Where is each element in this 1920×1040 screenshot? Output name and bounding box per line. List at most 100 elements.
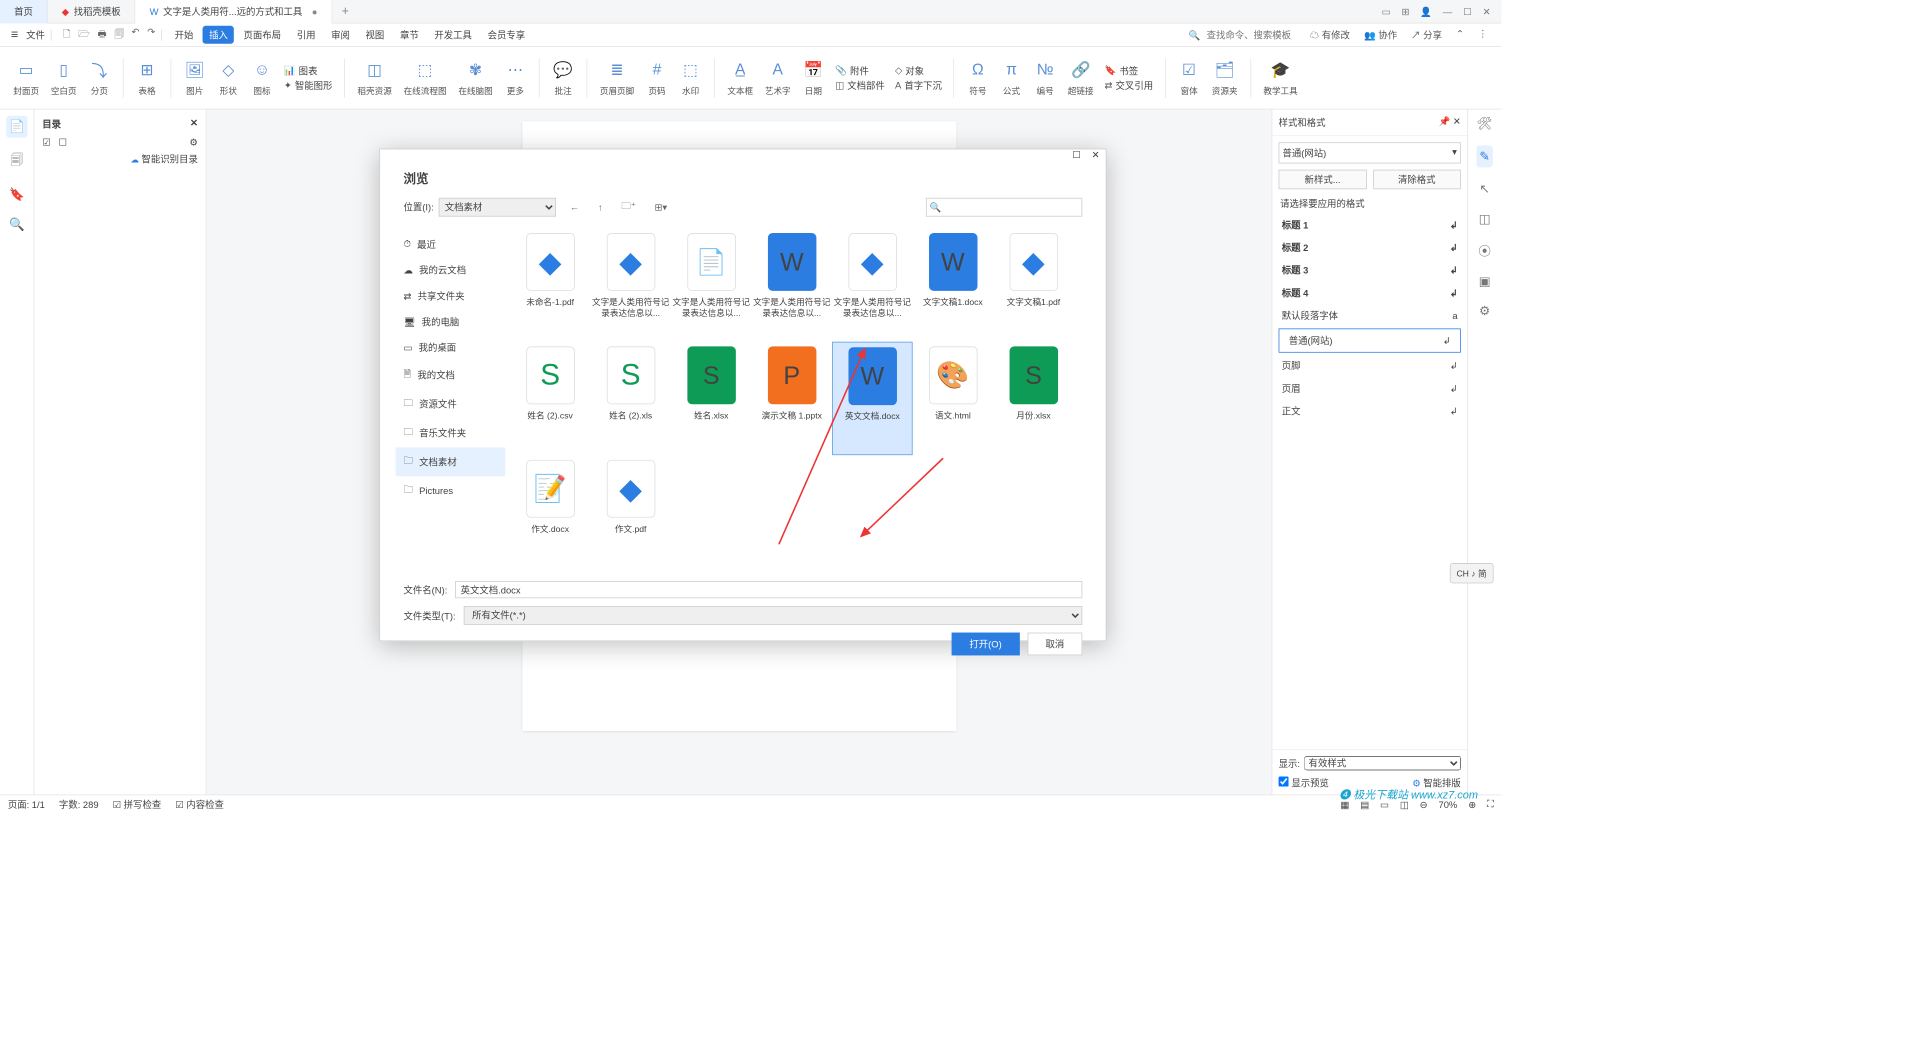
clear-format-button[interactable]: 清除格式	[1373, 170, 1461, 190]
outline-settings-icon[interactable]: ⚙	[189, 137, 197, 148]
rr-shape-icon[interactable]: ◫	[1479, 211, 1491, 227]
rb-break[interactable]: ⤵分页	[84, 59, 114, 97]
file-item[interactable]: ◆文字是人类用符号记录表达信息以...	[590, 228, 671, 341]
rb-att[interactable]: 📎 附件	[835, 64, 885, 77]
sidebar-item-文档素材[interactable]: 🗀文档素材	[396, 447, 505, 476]
rb-teach[interactable]: 🎓教学工具	[1259, 59, 1301, 97]
status-page[interactable]: 页面: 1/1	[8, 798, 45, 811]
nav-back-icon[interactable]: ←	[565, 199, 584, 215]
sidebar-item-我的电脑[interactable]: 🖥我的电脑	[396, 309, 505, 335]
rb-flow[interactable]: ⬚在线流程图	[400, 59, 451, 97]
tab-home[interactable]: 首页	[0, 0, 48, 23]
new-style-button[interactable]: 新样式...	[1279, 170, 1367, 190]
menu-layout[interactable]: 页面布局	[237, 26, 287, 44]
file-menu[interactable]: 文件	[26, 28, 45, 41]
rb-formula[interactable]: π公式	[997, 59, 1027, 97]
file-item[interactable]: 📝作文.docx	[510, 455, 591, 568]
hamburger-icon[interactable]: ≡	[6, 28, 23, 42]
file-item[interactable]: ◆未命名-1.pdf	[510, 228, 591, 341]
rr-style-icon[interactable]: ✎	[1476, 145, 1493, 167]
sidebar-item-音乐文件夹[interactable]: 🗀音乐文件夹	[396, 418, 505, 447]
collapse-ribbon-icon[interactable]: ⌃	[1456, 28, 1464, 41]
sidebar-item-我的云文档[interactable]: ☁我的云文档	[396, 257, 505, 283]
dialog-max-icon[interactable]: ☐	[1072, 149, 1080, 160]
rb-table[interactable]: ⊞表格	[132, 59, 162, 97]
file-item[interactable]: W英文文档.docx	[832, 342, 913, 455]
filetype-select[interactable]: 所有文件(*.*)	[463, 606, 1082, 625]
file-item[interactable]: ◆文字文稿1.pdf	[993, 228, 1074, 341]
stylepane-close-icon[interactable]: ✕	[1453, 116, 1461, 127]
file-item[interactable]: S姓名 (2).xls	[590, 342, 671, 455]
maximize-icon[interactable]: ☐	[1463, 6, 1471, 17]
menu-view[interactable]: 视图	[359, 26, 390, 44]
tab-add[interactable]: +	[332, 0, 358, 23]
nav-newfolder-icon[interactable]: 🗀⁺	[617, 196, 641, 217]
file-item[interactable]: 🎨语文.html	[913, 342, 994, 455]
rb-smart[interactable]: ✦ 智能图形	[284, 79, 333, 92]
print-icon[interactable]: 🖶	[98, 27, 107, 43]
rr-scan-icon[interactable]: ▣	[1479, 274, 1491, 290]
nav-view-icon[interactable]: ⊞▾	[650, 199, 672, 215]
rr-select-icon[interactable]: ↖	[1479, 181, 1489, 197]
rr-anchor-icon[interactable]: ⦿	[1478, 241, 1491, 260]
status-spell[interactable]: ☑ 拼写检查	[113, 798, 162, 811]
status-words[interactable]: 字数: 289	[59, 798, 99, 811]
rb-date[interactable]: 📅日期	[798, 59, 828, 97]
rb-resfolder[interactable]: 🗂资源夹	[1208, 59, 1242, 97]
outline-close-icon[interactable]: ✕	[190, 117, 198, 130]
rb-docpart[interactable]: ◫ 文档部件	[835, 79, 885, 92]
rb-comment[interactable]: 💬批注	[548, 59, 578, 97]
menu-dev[interactable]: 开发工具	[428, 26, 478, 44]
file-item[interactable]: S月份.xlsx	[993, 342, 1074, 455]
dialog-search-input[interactable]	[926, 197, 1082, 216]
undo-icon[interactable]: ↶	[132, 27, 140, 43]
bookmark-icon[interactable]: 🔖	[9, 187, 25, 203]
redo-icon[interactable]: ↷	[147, 27, 155, 43]
search-input[interactable]	[1207, 29, 1301, 40]
rb-number[interactable]: №编号	[1030, 59, 1060, 97]
sidebar-item-共享文件夹[interactable]: ⇄共享文件夹	[396, 283, 505, 309]
expand-icon[interactable]: ☑	[42, 137, 50, 148]
style-footer[interactable]: 页脚↲	[1272, 354, 1467, 377]
close-window-icon[interactable]: ✕	[1483, 6, 1491, 17]
rb-blank[interactable]: ▯空白页	[47, 59, 81, 97]
file-item[interactable]: P演示文稿 1.pptx	[752, 342, 833, 455]
rb-xref[interactable]: ⇄ 交叉引用	[1105, 79, 1154, 92]
menu-ref[interactable]: 引用	[290, 26, 321, 44]
preview-checkbox[interactable]: 显示预览	[1279, 777, 1329, 790]
open-button[interactable]: 打开(O)	[951, 633, 1019, 656]
outline-smart[interactable]: ☁ 智能识别目录	[42, 152, 198, 165]
collapse-icon[interactable]: ☐	[58, 137, 66, 148]
pin-icon[interactable]: 📌	[1439, 116, 1451, 127]
style-header[interactable]: 页眉↲	[1272, 377, 1467, 400]
file-item[interactable]: S姓名 (2).csv	[510, 342, 591, 455]
file-item[interactable]: 📄文字是人类用符号记录表达信息以...	[671, 228, 752, 341]
sidebar-item-Pictures[interactable]: 🗀Pictures	[396, 476, 505, 505]
fullscreen-icon[interactable]: ⛶	[1487, 798, 1494, 810]
menu-vip[interactable]: 会员专享	[481, 26, 531, 44]
rr-1-icon[interactable]: 🛠	[1477, 116, 1493, 132]
file-item[interactable]: W文字是人类用符号记录表达信息以...	[752, 228, 833, 341]
tab-template[interactable]: ◆找稻壳模板	[48, 0, 136, 23]
outline-icon[interactable]: 📄	[6, 116, 28, 138]
current-style[interactable]: 普通(网站)▾	[1279, 142, 1461, 163]
style-body[interactable]: 正文↲	[1272, 400, 1467, 423]
tab-doc[interactable]: W文字是人类用符...远的方式和工具●	[135, 0, 332, 23]
rb-image[interactable]: 🖼图片	[180, 59, 210, 97]
rr-settings-icon[interactable]: ⚙	[1479, 303, 1490, 319]
style-h3[interactable]: 标题 3↲	[1272, 259, 1467, 282]
more-icon[interactable]: ⋮	[1478, 28, 1487, 41]
rb-form[interactable]: ☑窗体	[1174, 59, 1204, 97]
style-default-font[interactable]: 默认段落字体a	[1272, 304, 1467, 327]
sidebar-item-我的文档[interactable]: 🗎我的文档	[396, 361, 505, 390]
new-icon[interactable]: 🗋	[63, 27, 71, 43]
rb-res[interactable]: ◫稻壳资源	[354, 59, 396, 97]
rb-mind[interactable]: ✾在线脑图	[454, 59, 496, 97]
rb-symbol[interactable]: Ω符号	[963, 59, 993, 97]
open-icon[interactable]: 🗁	[78, 27, 90, 43]
file-item[interactable]: ◆作文.pdf	[590, 455, 671, 568]
thumbnail-icon[interactable]: 🗐	[11, 152, 23, 173]
dialog-close-icon[interactable]: ✕	[1092, 149, 1100, 160]
tab-close-icon[interactable]: ●	[312, 6, 318, 17]
share[interactable]: ↗ 分享	[1411, 28, 1442, 41]
